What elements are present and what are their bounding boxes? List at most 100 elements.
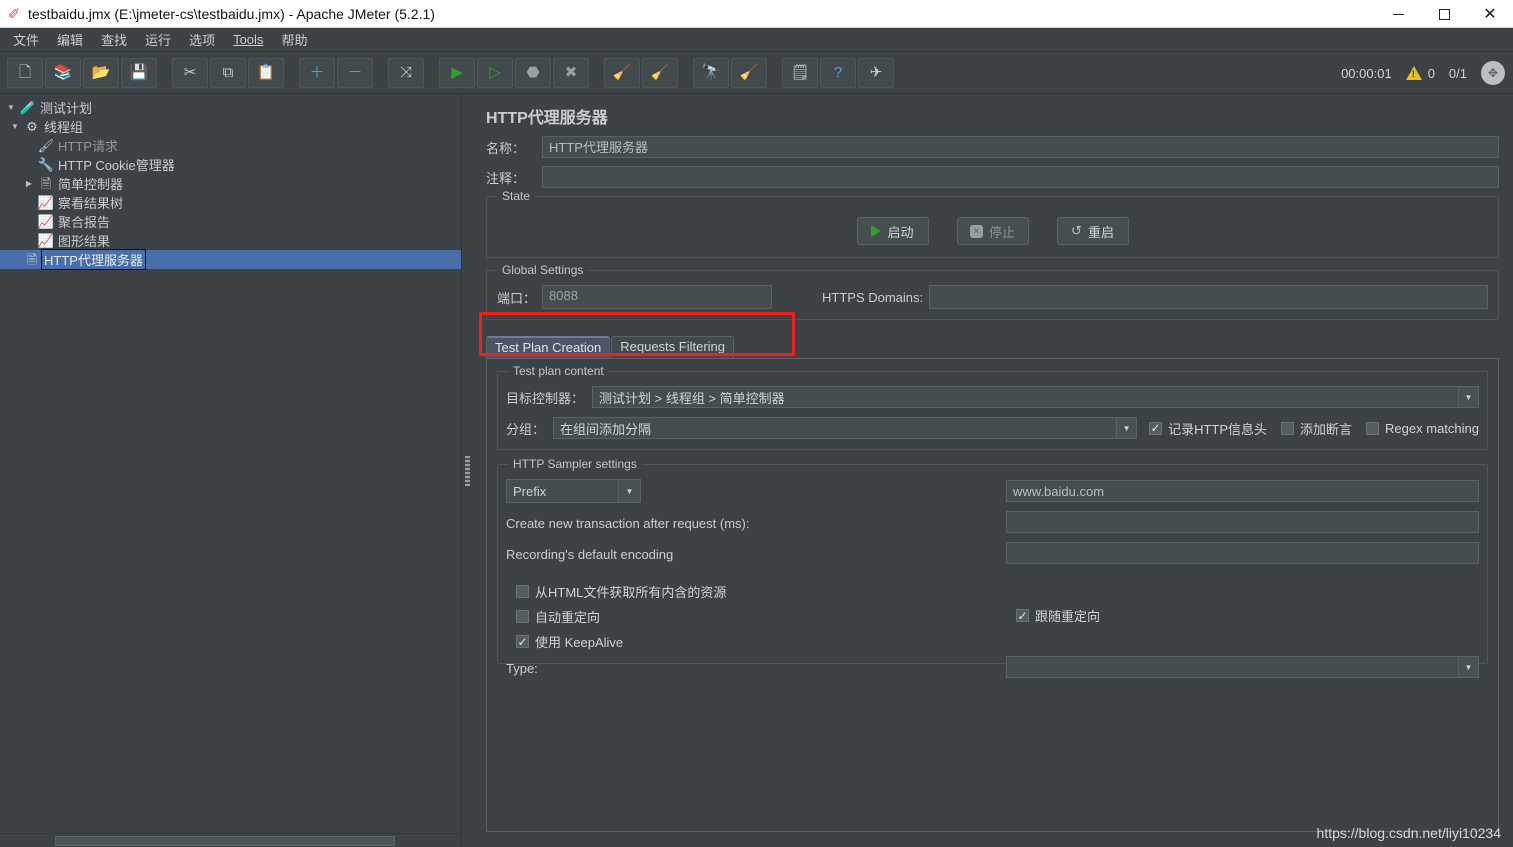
tab-requests-filtering[interactable]: Requests Filtering [611, 336, 735, 358]
menu-edit[interactable]: 编辑 [48, 27, 92, 52]
capture-http-headers-checkbox[interactable]: 记录HTTP信息头 [1149, 419, 1267, 438]
stop-proxy-button[interactable]: ✕ 停止 [956, 217, 1029, 245]
expand-all-button[interactable]: ＋ [299, 57, 335, 88]
expand-toggle-icon[interactable]: ▼ [8, 122, 22, 131]
tree-node-aggregate-report[interactable]: 📈 聚合报告 [0, 212, 461, 231]
stop-octagon-icon: ⬣ [526, 64, 540, 81]
tree-node-test-plan[interactable]: ▼ 🧪 测试计划 [0, 98, 461, 117]
checkbox-label: 自动重定向 [535, 610, 601, 625]
plane-icon: ✈ [869, 64, 883, 81]
menu-options[interactable]: 选项 [180, 27, 224, 52]
tree-horizontal-scrollbar[interactable] [0, 833, 461, 847]
save-button[interactable]: 💾 [121, 57, 157, 88]
chevron-down-icon[interactable]: ▼ [1458, 657, 1478, 677]
state-group-legend: State [497, 189, 536, 203]
shutdown-button[interactable]: ✖ [553, 57, 589, 88]
cut-button[interactable]: ✂ [172, 57, 208, 88]
test-plan-content-group: Test plan content 目标控制器： 测试计划 > 线程组 > 简单… [497, 364, 1488, 450]
start-no-pauses-button[interactable]: ▷ [477, 57, 513, 88]
start-proxy-button[interactable]: 启动 [856, 217, 929, 245]
menu-tools[interactable]: Tools [224, 29, 272, 50]
tree-node-http-proxy-server[interactable]: 🗎 HTTP代理服务器 [0, 249, 461, 270]
tree-node-thread-group[interactable]: ▼ ⚙ 线程组 [0, 117, 461, 136]
menu-file[interactable]: 文件 [4, 27, 48, 52]
toolbar: 🗋 📚 📂 💾 ✂ ⧉ 📋 ＋ － ⤨ ▶ ▷ ⬣ ✖ 🧹 🧹 🔭 🧹 🗒 ? … [0, 52, 1513, 94]
page-title: HTTP代理服务器 [486, 110, 608, 127]
expand-toggle-icon[interactable]: ▼ [4, 103, 18, 112]
add-assertions-checkbox[interactable]: 添加断言 [1281, 419, 1352, 438]
chevron-down-icon[interactable]: ▼ [1458, 387, 1478, 407]
new-button[interactable]: 🗋 [7, 57, 43, 88]
type-combo[interactable]: ▼ [1006, 656, 1479, 678]
https-domains-input[interactable] [929, 285, 1488, 309]
menu-search[interactable]: 查找 [92, 27, 136, 52]
encoding-input[interactable] [1006, 542, 1479, 564]
grouping-combo[interactable]: 在组间添加分隔 ▼ [553, 417, 1138, 439]
sampler-left-column: Prefix ▼ Create new transaction after re… [506, 479, 1006, 574]
prefix-value-input[interactable]: www.baidu.com [1006, 480, 1479, 502]
window-controls: ✕ [1375, 0, 1513, 28]
minimize-button[interactable] [1375, 0, 1421, 28]
follow-redirects-checkbox[interactable]: 跟随重定向 [1016, 606, 1100, 625]
tree-node-graph-results[interactable]: 📈 图形结果 [0, 231, 461, 250]
clear-button[interactable]: 🧹 [604, 57, 640, 88]
warning-indicator[interactable]: 0 [1405, 66, 1435, 81]
splitter-grip[interactable] [464, 455, 470, 486]
search-button[interactable]: 🔭 [693, 57, 729, 88]
checkbox-box [1016, 609, 1029, 622]
blog-watermark: https://blog.csdn.net/liyi10234 [1316, 825, 1501, 841]
menu-tools-label: Tools [233, 32, 264, 47]
type-label: Type: [506, 660, 538, 676]
retrieve-embedded-resources-checkbox[interactable]: 从HTML文件获取所有内含的资源 [516, 582, 726, 601]
function-helper-button[interactable]: 🗒 [782, 57, 818, 88]
restart-proxy-button[interactable]: ↺ 重启 [1056, 217, 1129, 245]
scrollbar-thumb[interactable] [55, 836, 395, 846]
collapse-all-button[interactable]: － [337, 57, 373, 88]
undo-redo-button[interactable]: ✈ [858, 57, 894, 88]
pane-splitter[interactable] [462, 94, 472, 847]
port-input[interactable]: 8088 [542, 285, 773, 309]
help-button[interactable]: ? [820, 57, 856, 88]
auto-redirect-checkbox[interactable]: 自动重定向 [516, 607, 600, 626]
paste-button[interactable]: 📋 [248, 57, 284, 88]
stop-icon: ✕ [969, 224, 983, 238]
http-sampler-settings-group: HTTP Sampler settings Prefix ▼ Create ne… [497, 457, 1488, 678]
global-settings-row: 端口： 8088 HTTPS Domains: [497, 285, 1488, 309]
chevron-down-icon[interactable]: ▼ [618, 480, 640, 502]
tree-node-view-results-tree[interactable]: 📈 察看结果树 [0, 193, 461, 212]
regex-matching-checkbox[interactable]: Regex matching [1366, 421, 1479, 436]
use-keepalive-checkbox[interactable]: 使用 KeepAlive [516, 632, 623, 651]
expand-toggle-icon[interactable]: ▶ [22, 179, 36, 188]
chevron-down-icon[interactable]: ▼ [1116, 418, 1137, 438]
clear-all-button[interactable]: 🧹 [642, 57, 678, 88]
menu-run[interactable]: 运行 [136, 27, 180, 52]
start-label: 启动 [887, 224, 914, 240]
prefix-mode-combo[interactable]: Prefix ▼ [506, 479, 641, 503]
target-icon[interactable]: ✥ [1481, 61, 1505, 85]
templates-button[interactable]: 📚 [45, 57, 81, 88]
menu-help[interactable]: 帮助 [272, 27, 316, 52]
tab-test-plan-creation[interactable]: Test Plan Creation [486, 336, 611, 358]
transaction-input[interactable] [1006, 511, 1479, 533]
help-book-icon: ? [833, 64, 843, 81]
copy-button[interactable]: ⧉ [210, 57, 246, 88]
reset-search-button[interactable]: 🧹 [731, 57, 767, 88]
tree-node-http-request[interactable]: 🖌 HTTP请求 [0, 136, 461, 155]
start-button[interactable]: ▶ [439, 57, 475, 88]
stop-button[interactable]: ⬣ [515, 57, 551, 88]
comment-input[interactable] [542, 166, 1499, 188]
controller-icon: 🗎 [40, 176, 52, 191]
target-controller-combo[interactable]: 测试计划 > 线程组 > 简单控制器 ▼ [592, 386, 1479, 408]
sampler-grid: Prefix ▼ Create new transaction after re… [506, 479, 1479, 574]
close-button[interactable]: ✕ [1467, 0, 1513, 28]
tree-node-simple-controller[interactable]: ▶ 🗎 简单控制器 [0, 174, 461, 193]
http-sampler-settings-legend: HTTP Sampler settings [508, 457, 642, 471]
test-plan-content-legend: Test plan content [508, 364, 609, 378]
toggle-button[interactable]: ⤨ [388, 57, 424, 88]
open-button[interactable]: 📂 [83, 57, 119, 88]
maximize-button[interactable] [1421, 0, 1467, 28]
name-input[interactable]: HTTP代理服务器 [542, 136, 1499, 158]
tree-node-cookie-manager[interactable]: 🔧 HTTP Cookie管理器 [0, 155, 461, 174]
tree-node-label: HTTP Cookie管理器 [58, 158, 175, 173]
aggregate-report-icon: 📈 [37, 214, 55, 229]
